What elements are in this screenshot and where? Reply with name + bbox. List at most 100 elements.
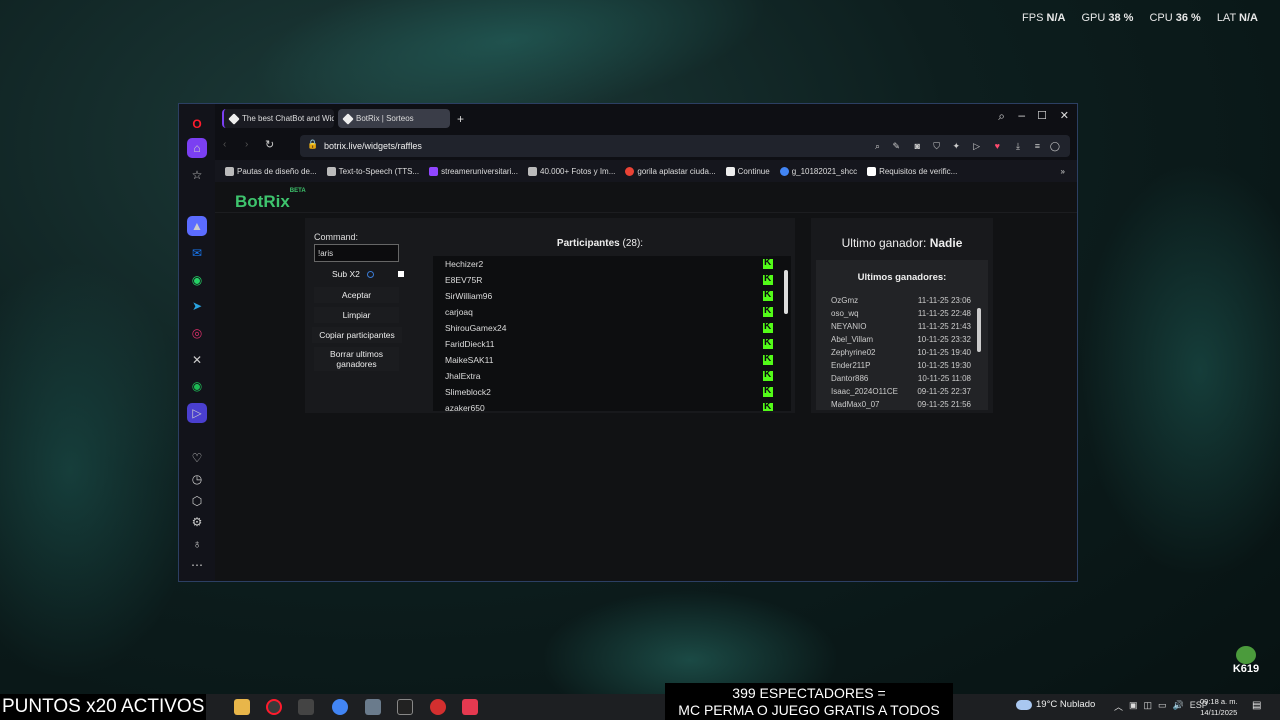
viewers-banner: 399 ESPECTADORES = MC PERMA O JUEGO GRAT… [665,683,953,720]
volume-icon[interactable]: 🔊 [1173,700,1184,713]
telegram-icon[interactable]: ➤ [187,296,207,316]
app-icon[interactable] [365,699,381,715]
copy-participants-button[interactable]: Copiar participantes [312,327,402,343]
kick-icon [763,303,773,319]
clock[interactable]: 09:18 a. m. 14/11/2025 [1200,696,1238,718]
list-item: FaridDieck11 [433,335,791,352]
botrix-logo[interactable]: BotRixBETA [235,188,306,212]
kick-icon [763,256,773,271]
chevron-up-icon[interactable]: ︿ [1114,700,1123,713]
list-item: ShirouGamex24 [433,319,791,336]
bookmark-item[interactable]: 40.000+ Fotos y Im... [528,166,615,176]
search-tabs-icon[interactable]: ⌕ [998,109,1005,124]
gpu-label: GPU [1081,12,1106,24]
tab-bar: The best ChatBot and Wid BotRix | Sorteo… [215,104,1077,132]
file-explorer-icon[interactable] [234,699,250,715]
opera-icon[interactable] [266,699,282,715]
winner-row: Abel_Villam 10-11-25 23:32 [831,335,971,344]
player-icon[interactable]: ▷ [187,403,207,423]
heart-icon[interactable]: ♡ [187,448,207,468]
cube-icon[interactable]: ⬡ [187,491,207,511]
tab-botrix-sorteos[interactable]: BotRix | Sorteos [338,109,450,128]
k619-badge-logo: K619 [1230,646,1262,680]
spotify-icon[interactable]: ◉ [187,376,207,396]
kick-icon [763,271,773,287]
bookmark-item[interactable]: gorila aplastar ciuda... [625,166,716,176]
star-icon[interactable]: ☆ [187,165,207,185]
maximize-icon[interactable]: ☐ [1037,109,1047,122]
command-input[interactable] [314,244,399,262]
participants-scrollbar[interactable] [783,260,789,408]
x-icon[interactable]: ✕ [187,350,207,370]
clear-winners-button[interactable]: Borrar ultimos ganadores [314,347,399,371]
download-icon[interactable]: ⤓ [1016,141,1020,152]
messenger-icon[interactable]: ✉ [187,243,207,263]
tray-app-icon[interactable]: ▣ [1129,700,1138,713]
info-icon[interactable] [367,271,374,278]
shield-icon[interactable]: ⛉ [933,141,940,152]
x-icon [867,166,877,176]
camera-icon[interactable]: ◙ [915,141,920,151]
reload-icon[interactable]: ↻ [265,138,274,151]
new-tab-icon[interactable]: + [457,112,464,126]
weather-widget[interactable]: 19°C Nublado [1016,699,1095,710]
winner-row: MadMax0_07 09-11-25 21:56 [831,400,971,409]
bookmark-favicon-icon [779,166,789,176]
bookmark-item[interactable]: Continue [725,166,770,176]
home-icon[interactable]: ⌂ [187,138,207,158]
chrome-icon[interactable] [332,699,348,715]
sub-x2-checkbox[interactable] [398,271,404,277]
kick-icon [763,351,773,367]
lat-value: N/A [1239,12,1258,24]
aria-icon[interactable]: ▲ [187,216,207,236]
display-icon[interactable]: ▭ [1158,700,1167,713]
search-icon[interactable]: ⌕ [875,141,880,152]
edit-icon[interactable]: ✎ [892,141,900,152]
winners-list[interactable]: Ultimos ganadores: OzGmz 11-11-25 23:06 o… [816,260,988,410]
close-window-icon[interactable]: ✕ [1060,109,1069,122]
app-icon[interactable] [462,699,478,715]
participants-title: Participantes (28): [556,238,644,249]
bookmark-item[interactable]: Text-to-Speech (TTS... [326,166,419,176]
system-tray: ︿ ▣ ◫ ▭ 🔊 ESP [1114,700,1208,713]
bookmark-item[interactable]: streameruniversitari... [429,166,518,176]
whatsapp-icon[interactable]: ◉ [187,270,207,290]
settings-icon[interactable]: ⚙ [187,512,207,532]
extension-icon[interactable]: ✦ [952,141,960,152]
menu-icon[interactable]: ≡ [1035,141,1040,151]
history-icon[interactable]: ◷ [187,469,207,489]
participants-list[interactable]: Hechizer2 E8EV75R SirWilliam96 carjoaq S… [433,256,791,411]
app-icon[interactable] [298,699,314,715]
accept-button[interactable]: Aceptar [314,287,399,303]
heart-icon[interactable]: ♥ [995,141,1000,151]
app-icon[interactable] [430,699,446,715]
scrollbar-thumb[interactable] [784,270,788,314]
bookmark-item[interactable]: Requisitos de verific... [867,166,957,176]
list-item: carjoaq [433,303,791,320]
forward-icon[interactable]: › [245,139,248,150]
tab-botrix-chatbot[interactable]: The best ChatBot and Wid [222,109,334,128]
instagram-icon[interactable]: ◎ [187,323,207,343]
lightbulb-icon[interactable]: ♁ [187,534,207,554]
back-icon[interactable]: ‹ [223,139,226,150]
kick-icon [763,335,773,351]
sub-x2-option[interactable]: Sub X2 [314,268,404,282]
tab-favicon-icon [342,112,354,125]
notification-icon[interactable]: ▤ [1252,700,1261,711]
opera-logo-icon[interactable]: O [187,114,207,134]
more-bookmarks-icon[interactable]: » [1061,167,1065,176]
minimize-icon[interactable]: – [1018,108,1025,122]
bookmark-item[interactable]: Pautas de diseño de... [225,166,317,176]
epic-games-icon[interactable] [397,699,413,715]
winner-row: OzGmz 11-11-25 23:06 [831,296,971,305]
url-field[interactable]: 🔒 botrix.live/widgets/raffles ⌕ ✎ ◙ ⛉ ✦ … [300,135,1070,157]
winners-scrollbar[interactable] [977,308,981,352]
bookmark-item[interactable]: g_10182021_shcc [779,166,857,176]
cpu-value: 36 % [1175,12,1201,24]
more-icon[interactable]: ⋯ [187,555,207,575]
kick-icon [763,319,773,335]
network-icon[interactable]: ◫ [1144,700,1153,713]
play-icon[interactable]: ▷ [973,141,980,152]
profile-icon[interactable]: ◯ [1050,141,1060,152]
clear-button[interactable]: Limpiar [314,307,399,323]
